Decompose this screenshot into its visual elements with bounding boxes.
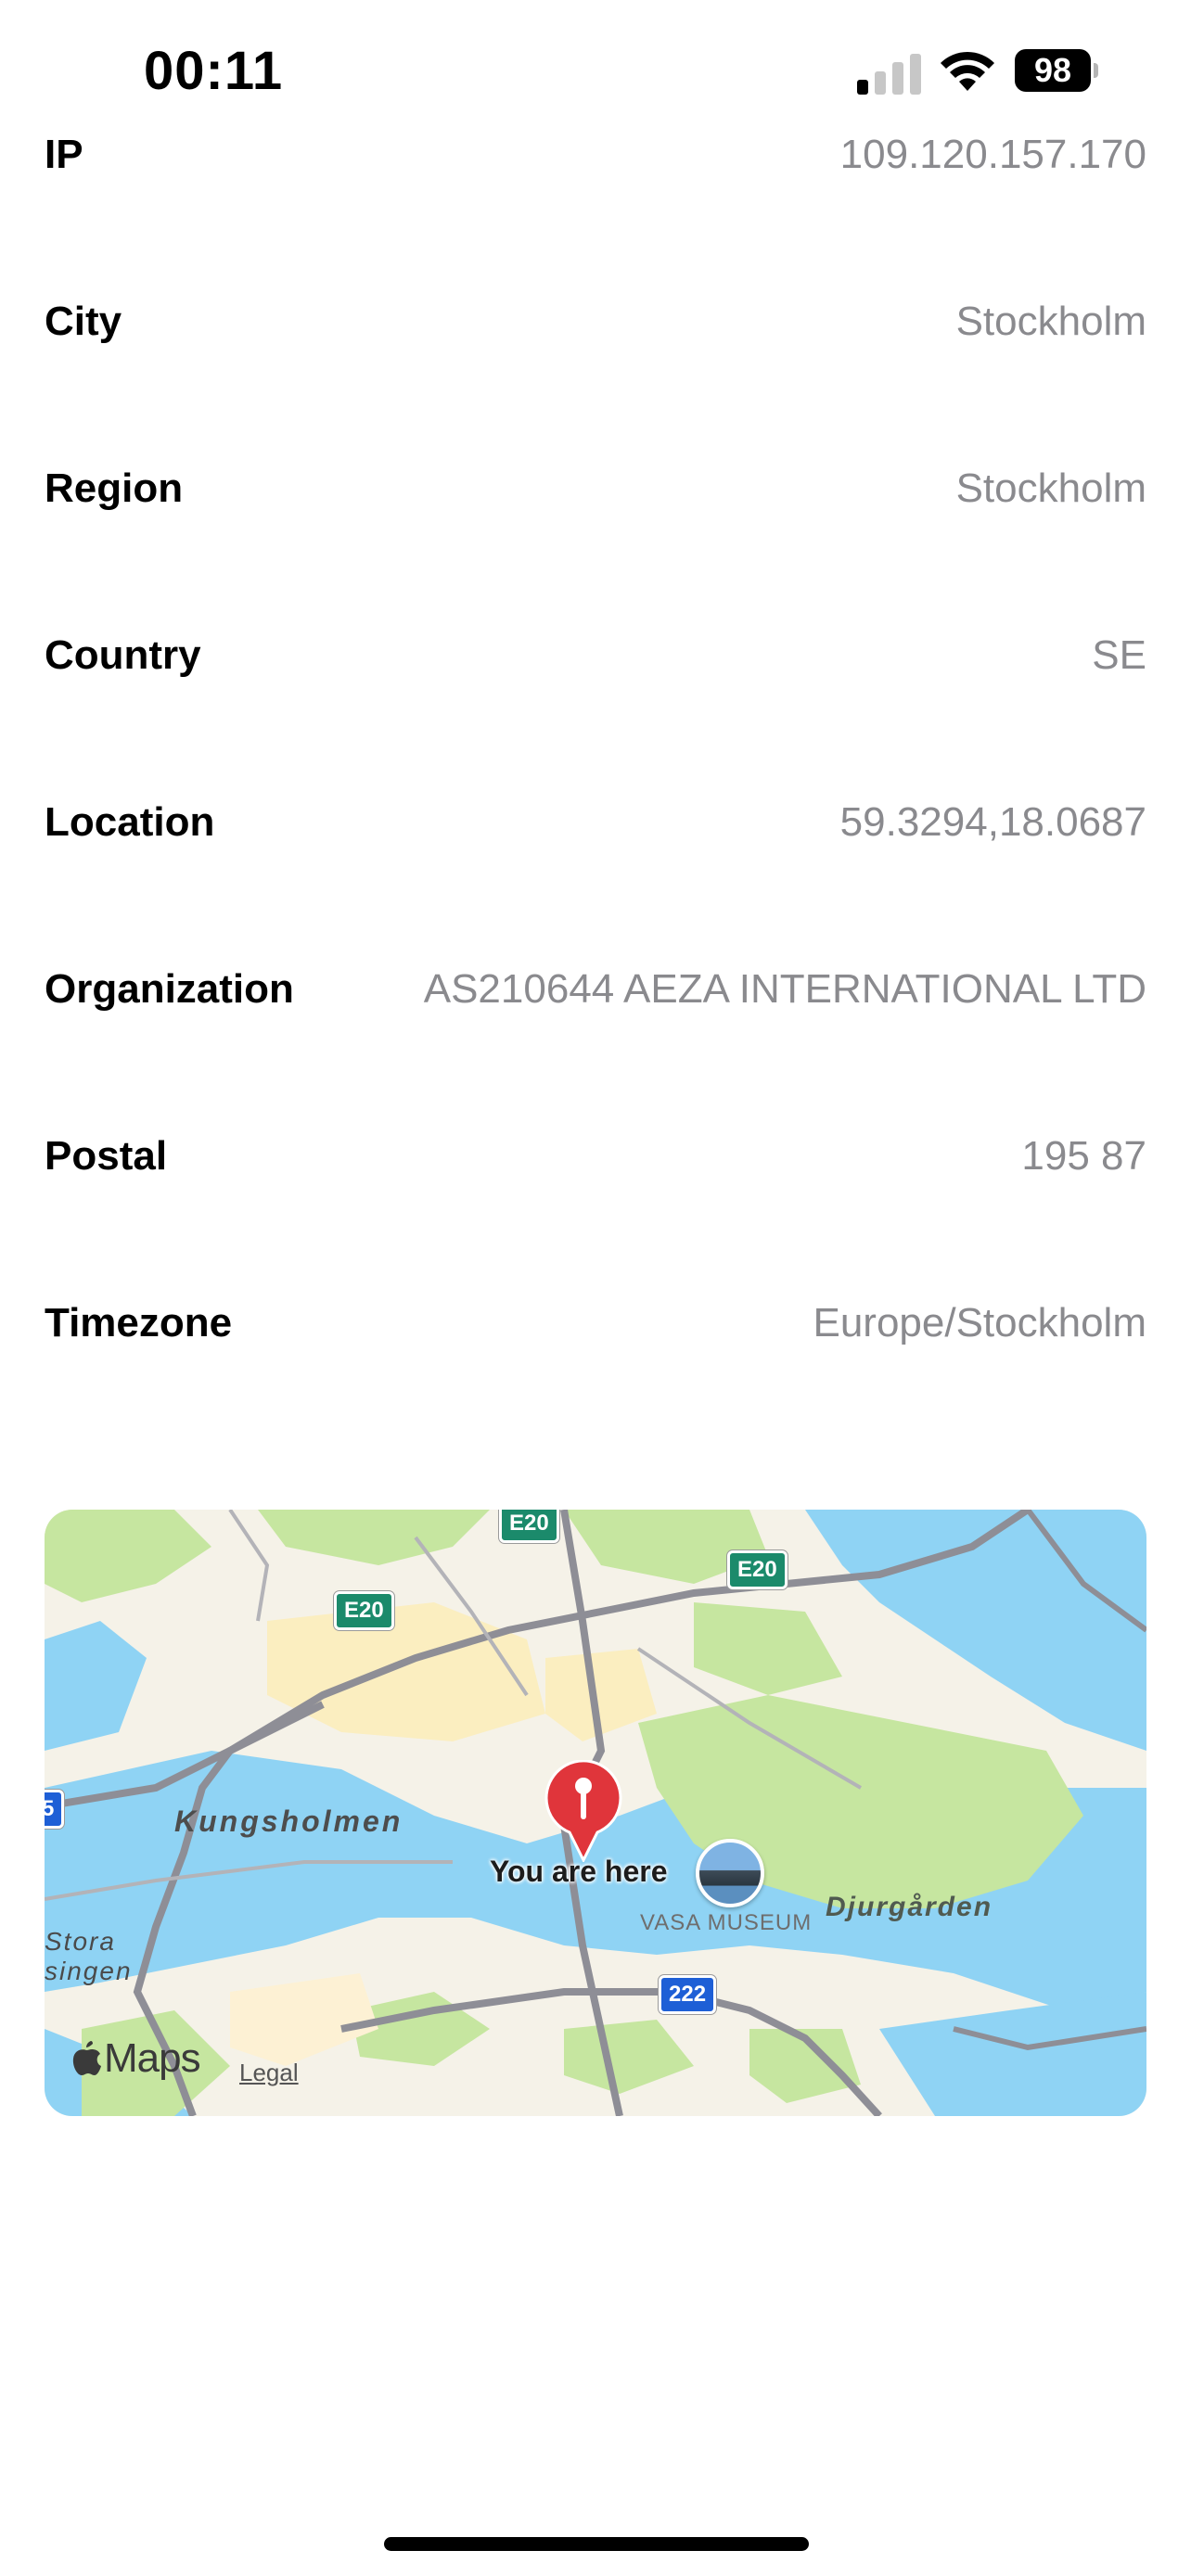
battery-icon: 98	[1015, 49, 1098, 92]
road-shield-e20: E20	[334, 1591, 394, 1630]
road-shield-e20: E20	[499, 1510, 559, 1543]
info-value: 109.120.157.170	[839, 132, 1146, 177]
info-value: AS210644 AEZA INTERNATIONAL LTD	[423, 966, 1146, 1012]
maps-wordmark: Maps	[104, 2035, 201, 2081]
wifi-icon	[941, 51, 994, 91]
info-label: Timezone	[45, 1300, 233, 1345]
road-shield-222: 222	[659, 1975, 717, 2014]
home-indicator[interactable]	[384, 2537, 809, 2551]
place-label-line: singen	[45, 1957, 133, 1985]
info-row-region: Region Stockholm	[45, 452, 1146, 618]
info-label: Region	[45, 465, 184, 511]
info-label: IP	[45, 132, 83, 177]
info-value: SE	[1092, 632, 1146, 678]
legal-link[interactable]: Legal	[239, 2059, 299, 2087]
info-value: Europe/Stockholm	[813, 1300, 1146, 1345]
road-shield-e20: E20	[727, 1550, 788, 1589]
info-label: Country	[45, 632, 201, 678]
info-row-postal: Postal 195 87	[45, 1119, 1146, 1286]
info-label: City	[45, 299, 122, 344]
info-label: Organization	[45, 966, 294, 1012]
battery-level: 98	[1015, 49, 1091, 92]
info-row-city: City Stockholm	[45, 285, 1146, 452]
location-map[interactable]: E20 E20 E20 222 5 Kungsholmen Djurgården…	[45, 1510, 1146, 2116]
cellular-signal-icon	[857, 54, 921, 95]
info-value: Stockholm	[955, 299, 1146, 344]
maps-provider-logo: Maps	[70, 2035, 201, 2081]
pin-label: You are here	[490, 1855, 668, 1888]
location-pin-icon[interactable]	[542, 1760, 625, 1862]
info-row-timezone: Timezone Europe/Stockholm	[45, 1286, 1146, 1453]
place-label-djurgarden: Djurgården	[826, 1892, 993, 1922]
info-value: 195 87	[1021, 1133, 1146, 1179]
place-label-kungsholmen: Kungsholmen	[174, 1804, 403, 1838]
apple-logo-icon	[72, 2041, 101, 2075]
info-value: 59.3294,18.0687	[839, 799, 1146, 845]
place-label-line: Stora	[45, 1927, 116, 1956]
place-label-stora-essingen: Stora singen	[45, 1927, 133, 1986]
info-label: Location	[45, 799, 215, 845]
museum-poi-icon[interactable]	[696, 1839, 764, 1907]
info-row-location: Location 59.3294,18.0687	[45, 785, 1146, 952]
road-shield-edge: 5	[45, 1790, 65, 1829]
info-row-organization: Organization AS210644 AEZA INTERNATIONAL…	[45, 952, 1146, 1119]
battery-cap	[1094, 63, 1098, 78]
info-list: IP 109.120.157.170 City Stockholm Region…	[45, 118, 1146, 1453]
status-time: 00:11	[144, 41, 284, 101]
info-label: Postal	[45, 1133, 168, 1179]
info-value: Stockholm	[955, 465, 1146, 511]
poi-label-vasa-museum: VASA MUSEUM	[640, 1910, 813, 1935]
info-row-country: Country SE	[45, 618, 1146, 785]
info-row-ip: IP 109.120.157.170	[45, 118, 1146, 285]
